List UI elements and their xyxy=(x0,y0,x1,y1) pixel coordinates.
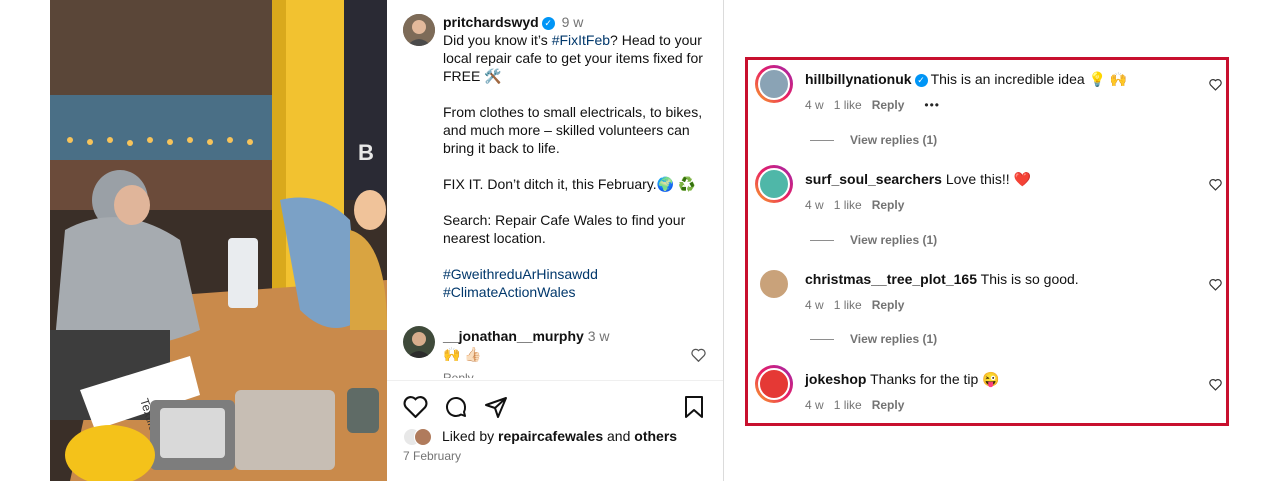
photo-illustration: B Textiles xyxy=(50,0,387,481)
comment-username[interactable]: hillbillynationuk xyxy=(805,71,912,87)
verified-badge-icon: ✓ xyxy=(541,16,555,30)
comment-time[interactable]: 4 w xyxy=(805,98,824,112)
comment-time[interactable]: 4 w xyxy=(805,398,824,412)
comment-likes[interactable]: 1 like xyxy=(834,398,862,412)
caption-paragraph: From clothes to small electricals, to bi… xyxy=(443,104,703,156)
likes-summary: Liked by repaircafewales and others xyxy=(442,428,678,444)
like-heart-icon[interactable] xyxy=(403,395,428,418)
comment-avatar[interactable] xyxy=(755,65,793,103)
more-options-icon[interactable]: ••• xyxy=(924,98,940,112)
comment-text: This is an incredible idea 💡 🙌 xyxy=(930,71,1128,87)
hashtag-link[interactable]: #GweithreduArHinsawdd xyxy=(443,265,713,283)
comment-body: hillbillynationuk ✓ This is an incredible … xyxy=(805,71,1127,88)
comment-like-heart-icon[interactable] xyxy=(691,348,706,362)
comment-username[interactable]: jokeshop xyxy=(805,371,866,387)
post-author-avatar[interactable] xyxy=(403,14,435,46)
comment-likes[interactable]: 1 like xyxy=(834,298,862,312)
verified-badge-icon: ✓ xyxy=(914,73,928,87)
wall-letter: B xyxy=(358,140,374,165)
comment-body: surf_soul_searchers Love this!! ❤️ xyxy=(805,171,1031,188)
comment-likes[interactable]: 1 like xyxy=(834,198,862,212)
comment-username[interactable]: surf_soul_searchers xyxy=(805,171,942,187)
view-replies-button[interactable]: View replies (1) xyxy=(810,133,937,147)
comment-username[interactable]: christmas__tree_plot_165 xyxy=(805,271,977,287)
liked-by-user-link[interactable]: repaircafewales xyxy=(498,428,603,444)
top-comment: __jonathan__murphy 3 w 🙌 👍🏻 Reply xyxy=(443,327,713,378)
comment-avatar[interactable] xyxy=(755,365,793,403)
highlighted-comments-panel: hillbillynationuk ✓ This is an incredible … xyxy=(745,57,1229,426)
view-replies-button[interactable]: View replies (1) xyxy=(810,332,937,346)
post-author-username[interactable]: pritchardswyd xyxy=(443,14,539,30)
caption-paragraph: Search: Repair Cafe Wales to find your n… xyxy=(443,212,686,246)
comment-avatar[interactable] xyxy=(755,165,793,203)
comment-meta: 4 w 1 like Reply xyxy=(805,198,914,212)
comment-time[interactable]: 4 w xyxy=(805,298,824,312)
comment-text: Love this!! ❤️ xyxy=(945,171,1031,187)
comment-bubble-icon[interactable] xyxy=(444,395,468,419)
comment-like-heart-icon[interactable] xyxy=(1209,78,1222,91)
commenter-avatar[interactable] xyxy=(403,326,435,358)
hashtag-link[interactable]: #FixItFeb xyxy=(552,32,610,48)
reply-button[interactable]: Reply xyxy=(443,369,713,378)
comment-text: This is so good. xyxy=(980,271,1079,287)
reply-button[interactable]: Reply xyxy=(872,198,905,212)
reply-button[interactable]: Reply xyxy=(872,398,905,412)
actions-divider xyxy=(387,380,723,381)
comment-meta: 4 w 1 like Reply xyxy=(805,298,914,312)
comment-body: jokeshop Thanks for the tip 😜 xyxy=(805,371,1000,388)
share-send-icon[interactable] xyxy=(484,395,508,419)
hashtag-link[interactable]: #ClimateActionWales xyxy=(443,283,713,301)
liker-avatar xyxy=(414,428,432,446)
comment-time: 3 w xyxy=(587,328,610,344)
reply-button[interactable]: Reply xyxy=(872,298,905,312)
view-replies-button[interactable]: View replies (1) xyxy=(810,233,937,247)
save-bookmark-icon[interactable] xyxy=(684,395,704,419)
comment-like-heart-icon[interactable] xyxy=(1209,378,1222,391)
comment-avatar[interactable] xyxy=(755,265,793,303)
caption-paragraph: FIX IT. Don’t ditch it, this February.🌍 … xyxy=(443,176,696,192)
comment-like-heart-icon[interactable] xyxy=(1209,178,1222,191)
comment-meta: 4 w 1 like Reply ••• xyxy=(805,98,950,112)
comment-text: 🙌 👍🏻 xyxy=(443,346,482,362)
comment-time[interactable]: 4 w xyxy=(805,198,824,212)
comment-text: Thanks for the tip 😜 xyxy=(870,371,1000,387)
caption-text: Did you know it’s xyxy=(443,32,552,48)
post-time[interactable]: 9 w xyxy=(562,14,584,30)
comment-like-heart-icon[interactable] xyxy=(1209,278,1222,291)
comment-likes[interactable]: 1 like xyxy=(834,98,862,112)
commenter-username[interactable]: __jonathan__murphy xyxy=(443,328,584,344)
post-date[interactable]: 7 February xyxy=(403,449,461,463)
comment-body: christmas__tree_plot_165 This is so good… xyxy=(805,271,1079,287)
post-photo[interactable]: B Textiles xyxy=(50,0,387,481)
post-panel: pritchardswyd ✓ 9 w Did you know it’s #Fi… xyxy=(387,0,724,481)
comment-meta: 4 w 1 like Reply xyxy=(805,398,914,412)
post-caption: pritchardswyd ✓ 9 w Did you know it’s #Fi… xyxy=(443,13,713,301)
reply-button[interactable]: Reply xyxy=(872,98,905,112)
liked-by-others-link[interactable]: others xyxy=(634,428,677,444)
